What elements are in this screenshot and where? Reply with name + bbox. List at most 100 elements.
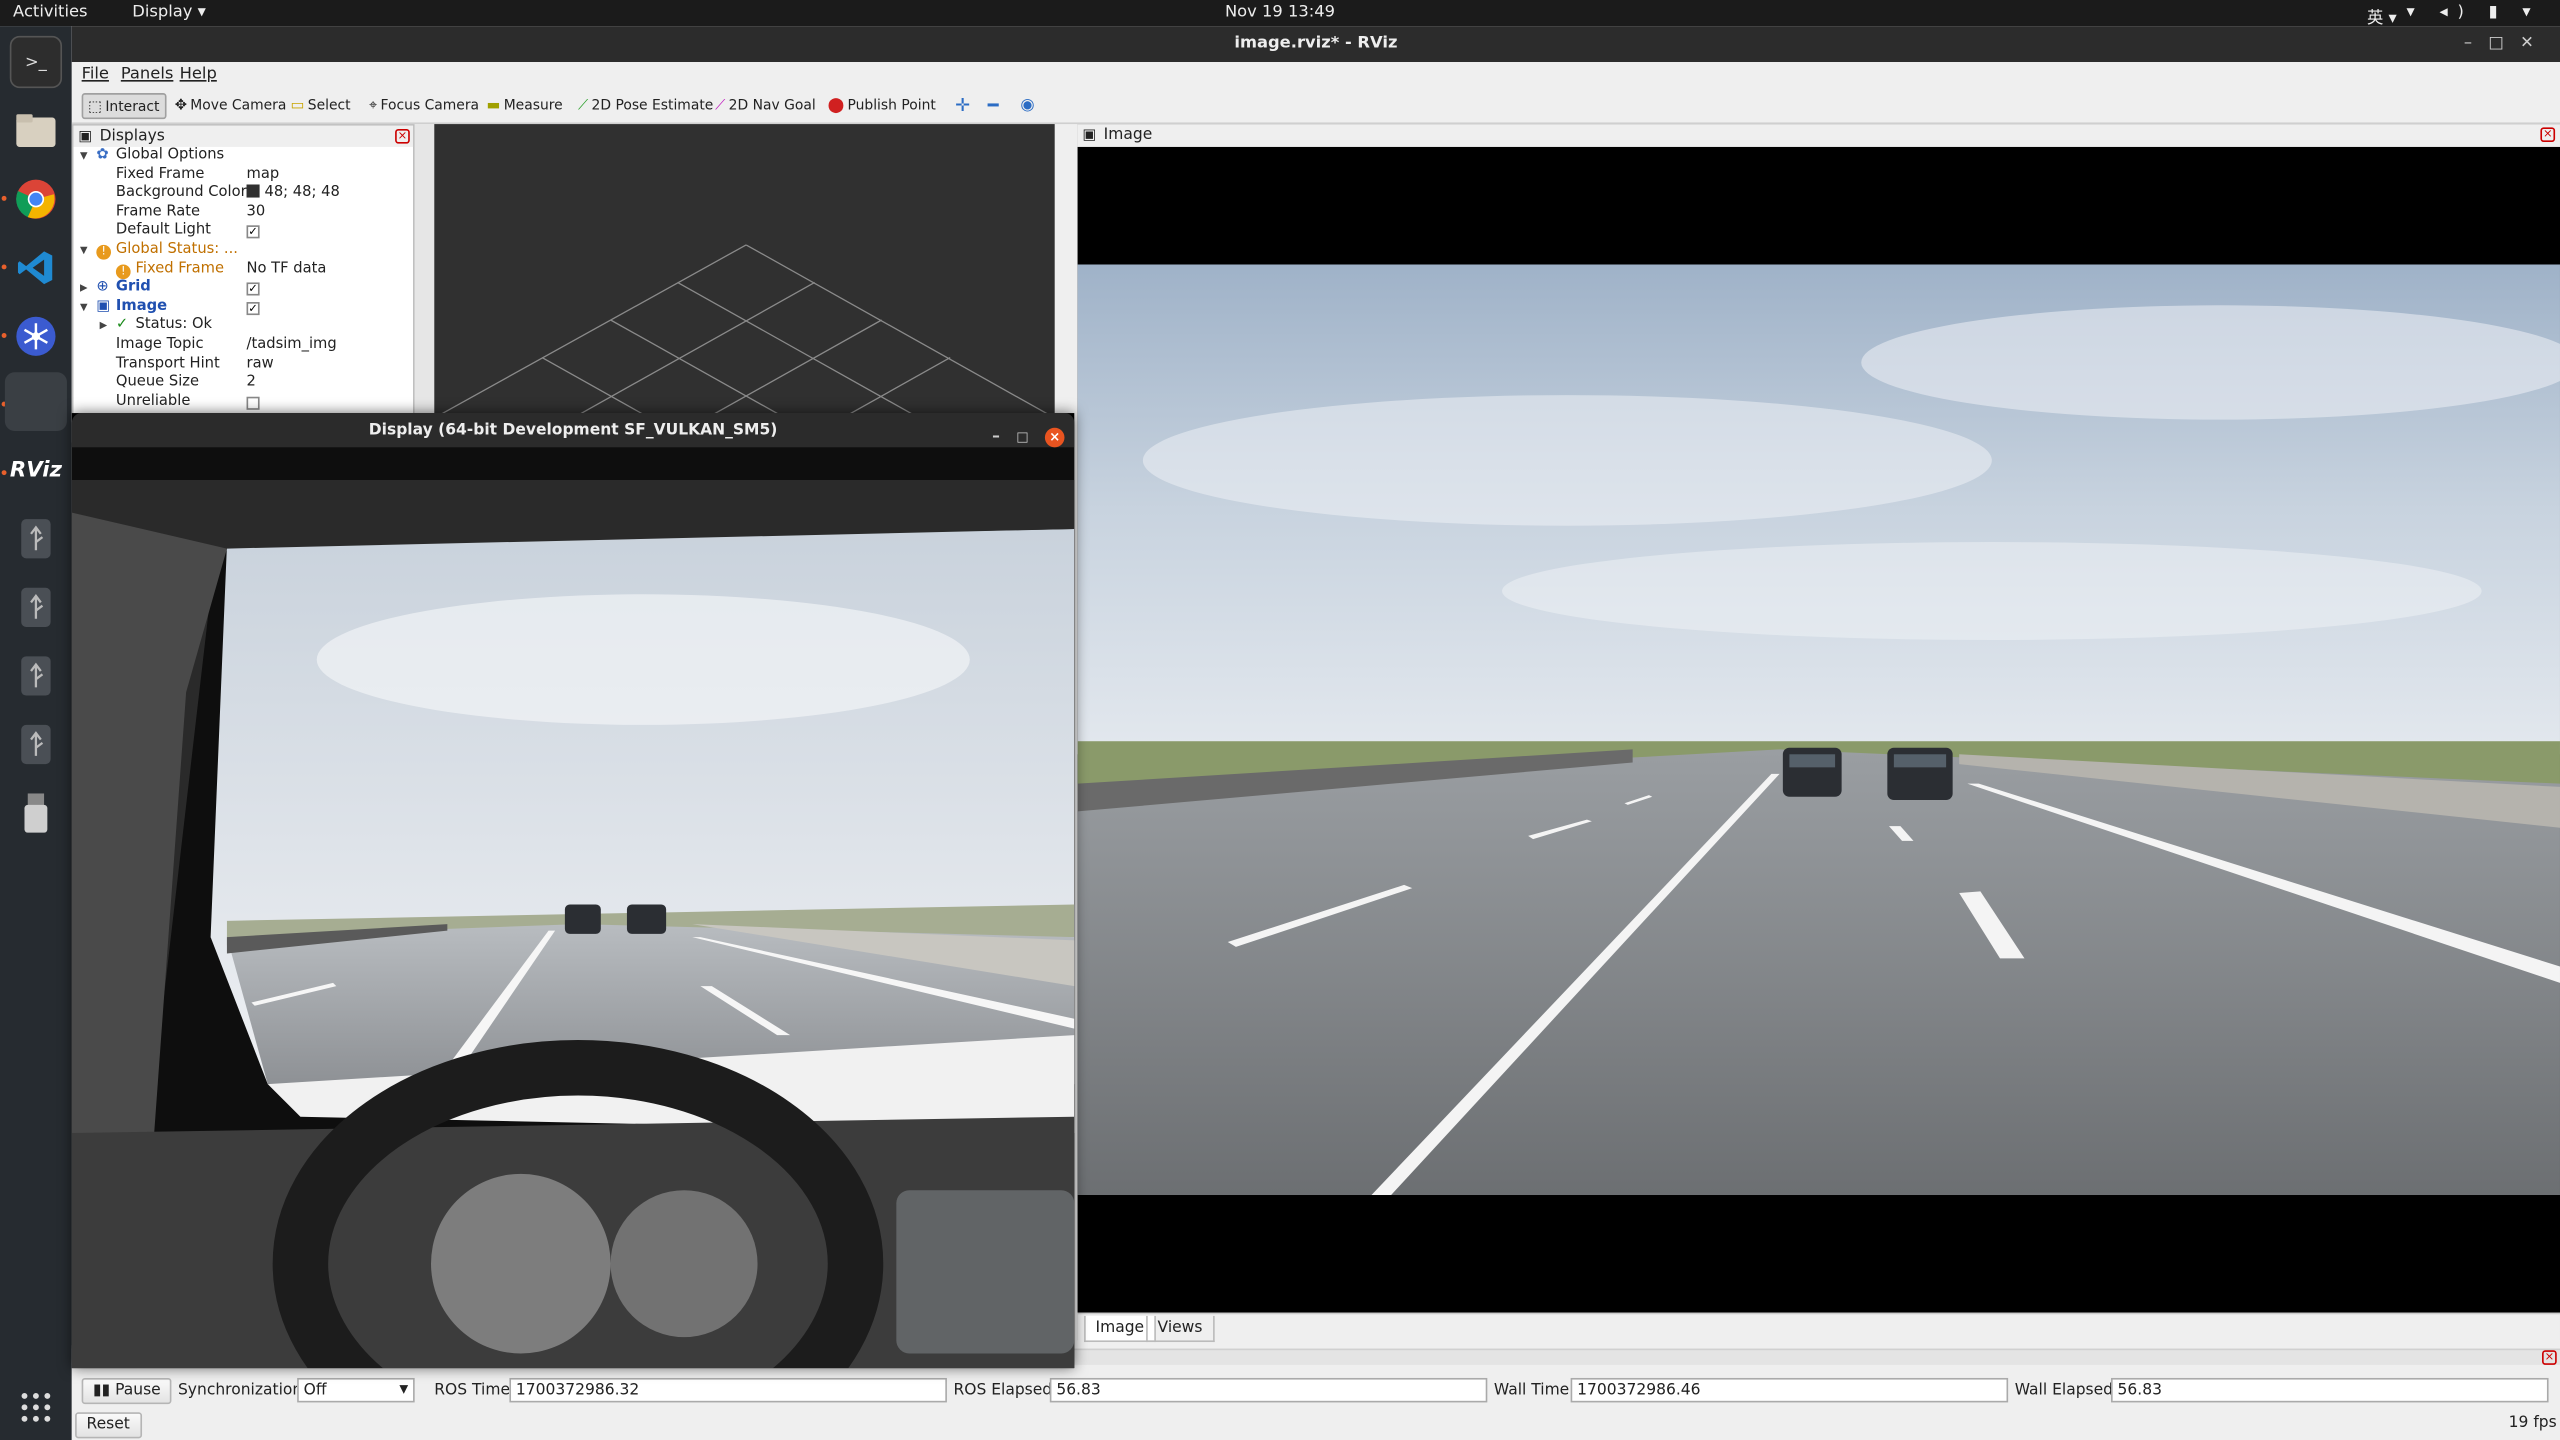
image-enabled-checkbox[interactable]: ✓ bbox=[246, 301, 260, 315]
close-panel-icon[interactable]: × bbox=[395, 128, 410, 144]
render-3d-view[interactable] bbox=[434, 124, 1055, 443]
reset-button[interactable]: Reset bbox=[75, 1412, 142, 1439]
sync-select[interactable]: Off ▼ bbox=[297, 1377, 415, 1403]
tree-row-image[interactable]: ▼ ▣ Image ✓ bbox=[73, 298, 413, 317]
image-panel-icon: ▣ bbox=[1082, 127, 1097, 144]
tree-row-fixed-frame[interactable]: Fixed Frame map bbox=[73, 166, 413, 185]
simulator-display-window: Display (64-bit Development SF_VULKAN_SM… bbox=[71, 413, 1075, 1369]
background-color-text: 48; 48; 48 bbox=[264, 184, 340, 202]
minimize-icon[interactable]: – bbox=[2464, 34, 2488, 52]
ruler-icon: ▬ bbox=[486, 97, 501, 115]
rviz-icon[interactable]: RViz bbox=[10, 444, 62, 496]
remove-tool-icon[interactable]: ━ bbox=[983, 93, 1004, 119]
menu-help[interactable]: Help bbox=[180, 65, 217, 83]
simulator-titlebar[interactable]: Display (64-bit Development SF_VULKAN_SM… bbox=[71, 413, 1075, 448]
queue-size-key: Queue Size bbox=[115, 374, 200, 391]
tree-row-background-color[interactable]: Background Color 48; 48; 48 bbox=[73, 184, 413, 204]
tree-row-grid[interactable]: ▶ ⊕ Grid ✓ bbox=[73, 279, 413, 298]
select-tool-button[interactable]: ▭ Select bbox=[286, 93, 356, 119]
focus-camera-tool-button[interactable]: ⌖ Focus Camera bbox=[364, 93, 484, 119]
tool-properties-icon[interactable]: ◉ bbox=[1016, 93, 1040, 119]
unreliable-checkbox[interactable] bbox=[246, 396, 260, 410]
background-color-key: Background Color bbox=[115, 184, 247, 202]
tree-row-queue-size[interactable]: Queue Size 2 bbox=[73, 374, 413, 393]
tree-row-global-options[interactable]: ▼ ✿ Global Options bbox=[73, 147, 413, 166]
image-display-label: Image bbox=[115, 298, 168, 315]
tree-row-default-light[interactable]: Default Light ✓ bbox=[73, 223, 413, 242]
expand-arrow-icon[interactable]: ▼ bbox=[80, 242, 88, 261]
ros-elapsed-field[interactable]: 56.83 bbox=[1049, 1377, 1488, 1403]
usb-icon[interactable] bbox=[10, 581, 62, 633]
system-tray[interactable]: ▾ ◂) ▮ ▾ bbox=[2407, 3, 2541, 21]
frame-rate-value[interactable]: 30 bbox=[247, 204, 266, 223]
menu-panels[interactable]: Panels bbox=[121, 65, 174, 83]
tree-row-status-fixed-frame[interactable]: ! Fixed Frame No TF data bbox=[73, 261, 413, 280]
menu-file[interactable]: File bbox=[82, 65, 109, 83]
close-icon[interactable]: ✕ bbox=[2520, 34, 2550, 52]
usb-icon[interactable] bbox=[10, 513, 62, 565]
pose-estimate-tool-button[interactable]: ⟋ 2D Pose Estimate bbox=[573, 93, 718, 119]
toolbar: ⬚ Interact ✥ Move Camera ▭ Select ⌖ Focus Ca… bbox=[71, 88, 2560, 125]
transport-hint-key: Transport Hint bbox=[115, 355, 220, 372]
usb-icon[interactable] bbox=[10, 718, 62, 770]
vscode-icon[interactable] bbox=[10, 242, 62, 294]
desktop: Activities Display ▾ Nov 19 13:49 英 ▾ ▾ … bbox=[0, 0, 2560, 1440]
expand-arrow-icon[interactable]: ▼ bbox=[80, 147, 88, 166]
wall-elapsed-field[interactable]: 56.83 bbox=[2111, 1377, 2549, 1403]
pause-button[interactable]: ▮▮ Pause bbox=[81, 1377, 173, 1405]
usb-drive-icon[interactable] bbox=[10, 787, 62, 839]
app-grid-icon[interactable] bbox=[10, 1381, 62, 1433]
driver-view[interactable] bbox=[71, 447, 1075, 1369]
cockpit-scene bbox=[71, 447, 1075, 1369]
fixed-frame-value[interactable]: map bbox=[247, 166, 280, 185]
tree-row-global-status[interactable]: ▼ ! Global Status: ... bbox=[73, 242, 413, 261]
default-light-checkbox[interactable]: ✓ bbox=[246, 225, 260, 240]
blank-window-icon[interactable] bbox=[4, 372, 67, 432]
tree-row-status-ok[interactable]: ▶ ✓ Status: Ok bbox=[73, 317, 413, 336]
tree-row-frame-rate[interactable]: Frame Rate 30 bbox=[73, 204, 413, 223]
close-panel-icon[interactable]: × bbox=[2542, 1350, 2557, 1365]
tree-row-unreliable[interactable]: Unreliable bbox=[73, 393, 413, 412]
add-tool-icon[interactable]: ✛ bbox=[950, 93, 975, 119]
close-icon[interactable]: × bbox=[1044, 426, 1065, 447]
image-topic-value[interactable]: /tadsim_img bbox=[247, 336, 337, 355]
terminal-icon[interactable]: >_ bbox=[9, 35, 63, 89]
collapse-arrow-icon[interactable]: ▶ bbox=[100, 317, 108, 336]
image-panel-header: ▣ Image × bbox=[1077, 124, 2560, 147]
close-panel-icon[interactable]: × bbox=[2540, 127, 2556, 143]
panel-splitter[interactable] bbox=[414, 124, 435, 443]
tab-image[interactable]: Image bbox=[1084, 1315, 1156, 1343]
transport-hint-value[interactable]: raw bbox=[247, 355, 274, 374]
nav-goal-tool-button[interactable]: ⟋ 2D Nav Goal bbox=[710, 93, 820, 119]
ros-time-field[interactable]: 1700372986.32 bbox=[509, 1377, 947, 1403]
wall-elapsed-label: Wall Elapsed: bbox=[2014, 1381, 2119, 1400]
settings-icon[interactable] bbox=[10, 310, 62, 362]
tree-row-image-topic[interactable]: Image Topic /tadsim_img bbox=[73, 336, 413, 355]
measure-tool-button[interactable]: ▬ Measure bbox=[482, 93, 568, 119]
pause-label: Pause bbox=[115, 1381, 161, 1400]
chrome-icon[interactable] bbox=[10, 173, 62, 225]
maximize-icon[interactable]: □ bbox=[2488, 34, 2520, 52]
files-icon[interactable] bbox=[10, 104, 62, 156]
window-titlebar[interactable]: image.rviz* - RViz –□✕ bbox=[71, 26, 2560, 63]
camera-image[interactable] bbox=[1077, 264, 2560, 1196]
global-options-label: Global Options bbox=[115, 146, 225, 164]
window-controls: –□✕ bbox=[2464, 26, 2550, 62]
publish-point-tool-button[interactable]: ⬤ Publish Point bbox=[823, 93, 941, 119]
expand-arrow-icon[interactable]: ▼ bbox=[80, 298, 88, 317]
queue-size-value[interactable]: 2 bbox=[247, 374, 256, 393]
interact-tool-button[interactable]: ⬚ Interact bbox=[81, 93, 167, 120]
select-label: Select bbox=[307, 97, 351, 115]
grid-enabled-checkbox[interactable]: ✓ bbox=[246, 282, 260, 296]
move-camera-tool-button[interactable]: ✥ Move Camera bbox=[170, 93, 291, 119]
input-method-indicator[interactable]: 英 ▾ bbox=[2367, 3, 2397, 28]
clock[interactable]: Nov 19 13:49 bbox=[0, 3, 2560, 21]
collapse-arrow-icon[interactable]: ▶ bbox=[80, 279, 88, 298]
wall-time-field[interactable]: 1700372986.46 bbox=[1570, 1377, 2009, 1403]
road-scene bbox=[1077, 264, 2560, 1196]
background-color-value[interactable]: 48; 48; 48 bbox=[246, 184, 340, 204]
usb-icon[interactable] bbox=[10, 650, 62, 702]
tree-row-transport-hint[interactable]: Transport Hint raw bbox=[73, 355, 413, 374]
tab-views[interactable]: Views bbox=[1146, 1315, 1214, 1343]
warning-icon: ! bbox=[96, 244, 112, 260]
